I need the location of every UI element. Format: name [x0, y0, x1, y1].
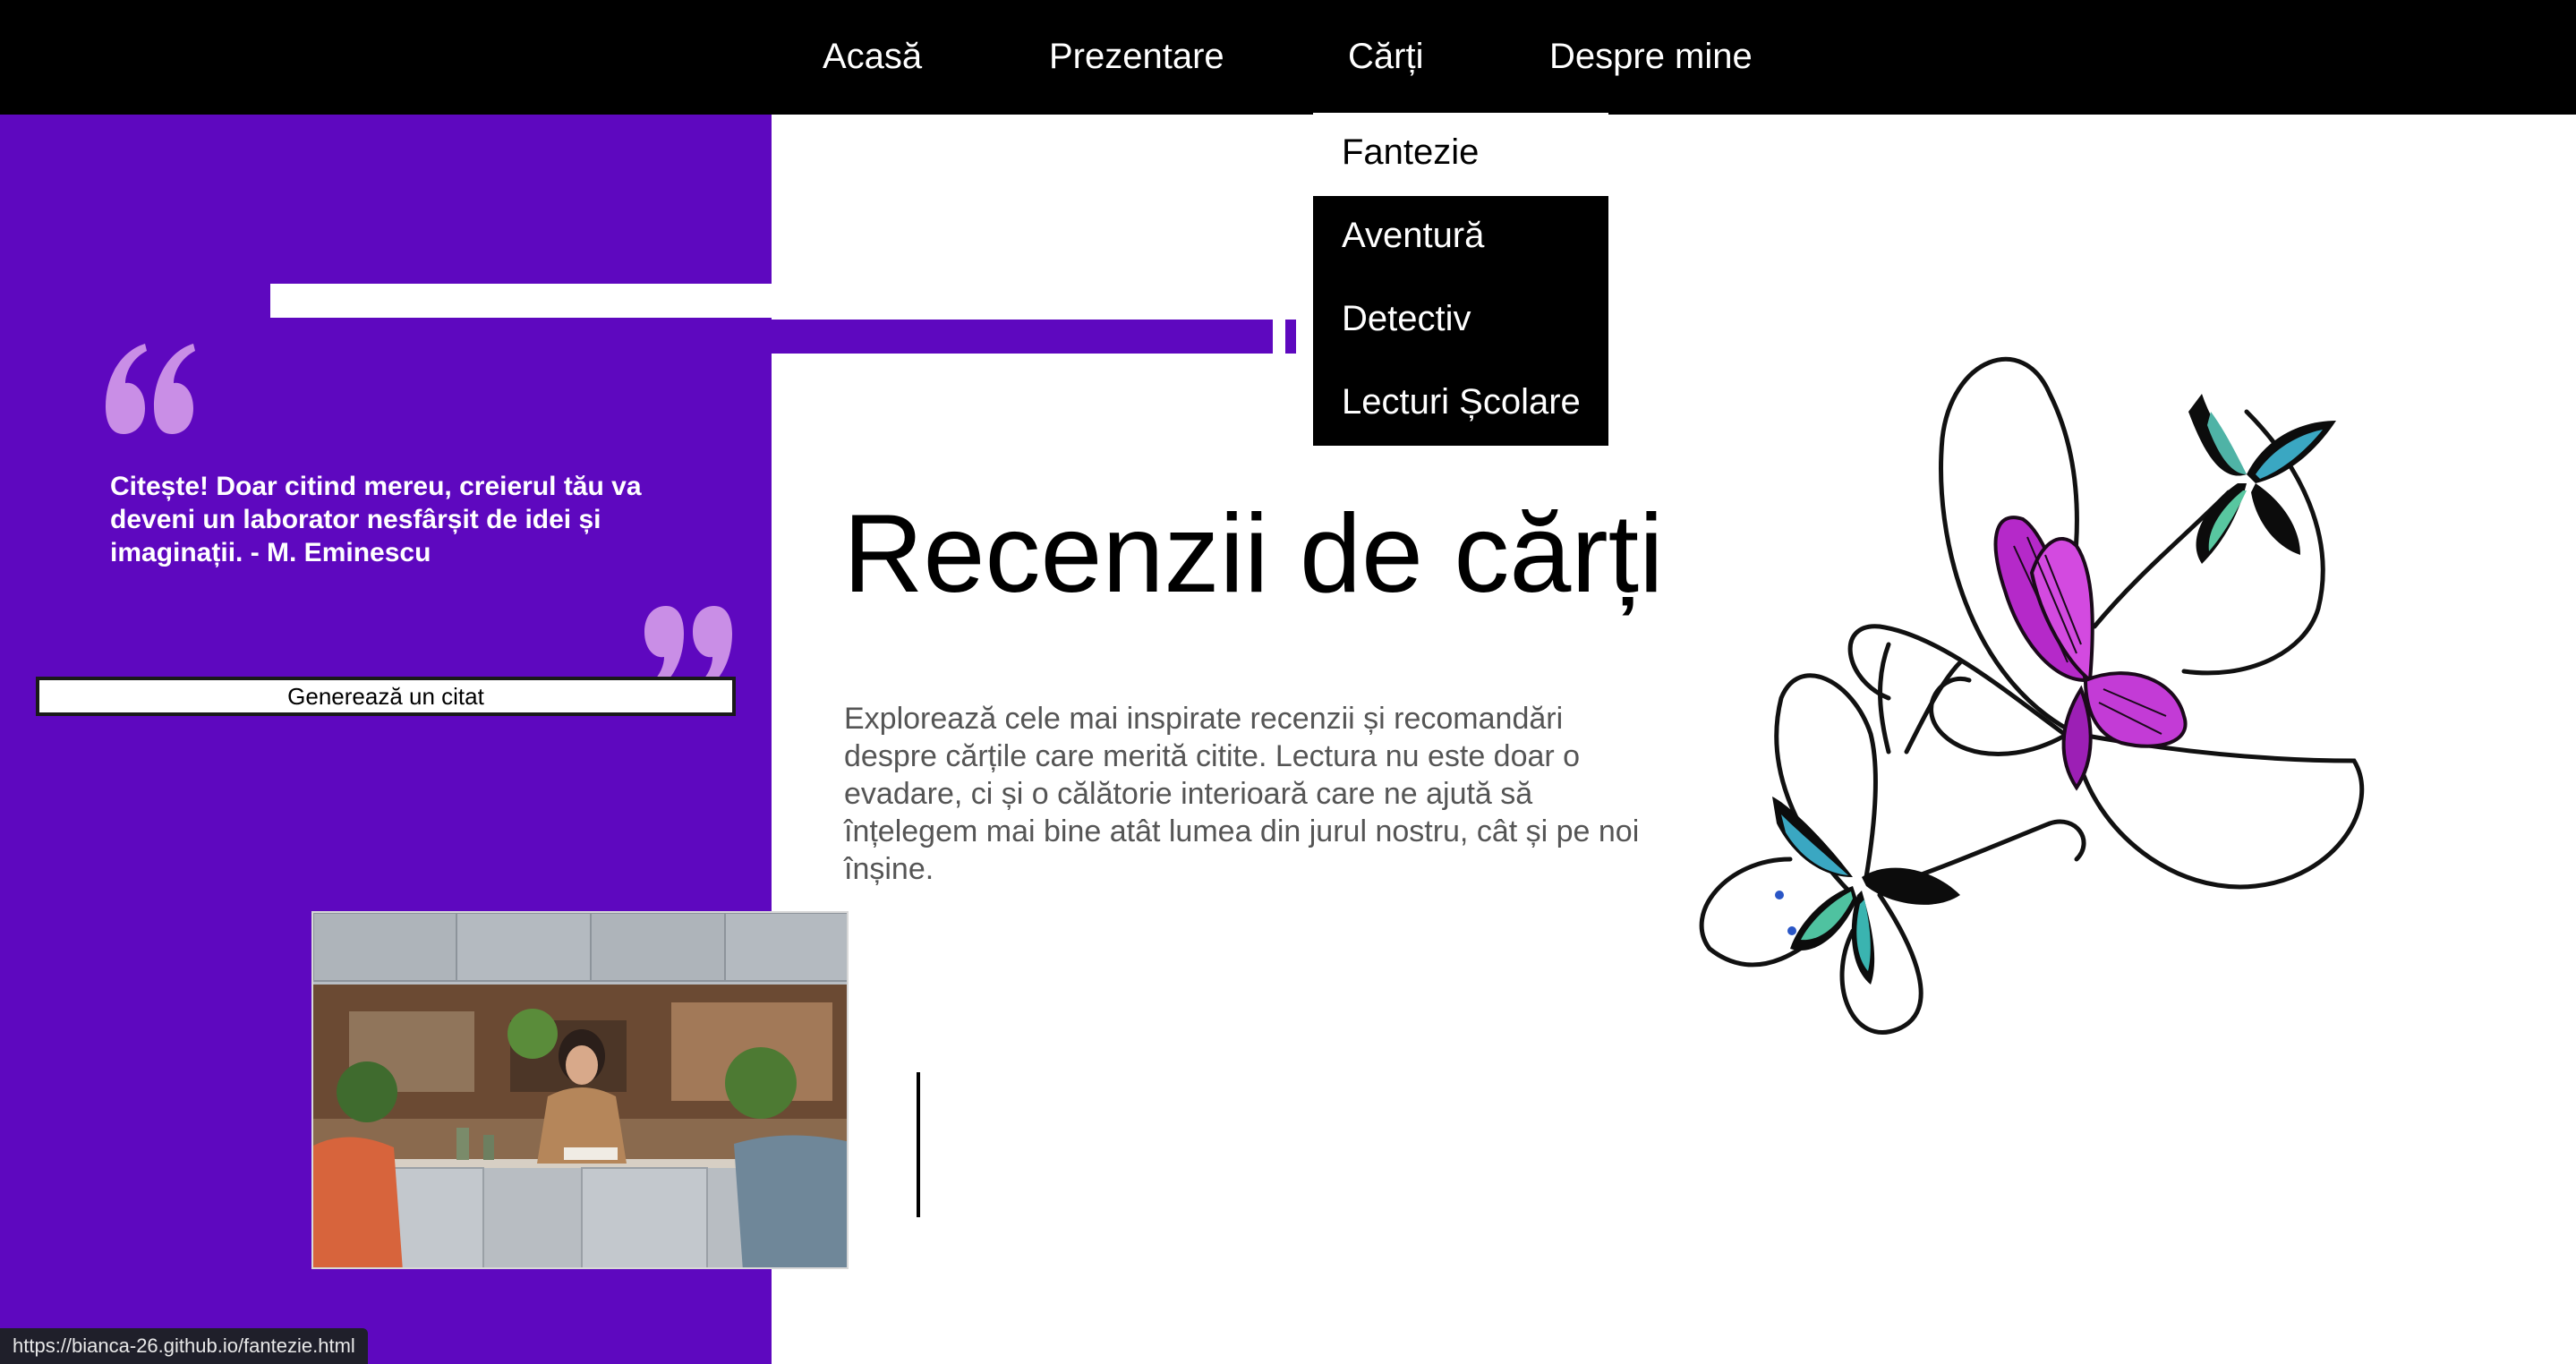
top-navbar: Acasă Prezentare Cărți Despre mine [0, 0, 2576, 115]
decorative-vertical-line [917, 1072, 920, 1217]
dropdown-item-school-readings[interactable]: Lecturi Școlare [1313, 362, 1608, 446]
page-description: Explorează cele mai inspirate recenzii ș… [844, 702, 1640, 886]
nav-link-books[interactable]: Cărți [1348, 0, 1423, 115]
books-dropdown-menu: Fantezie Aventură Detectiv Lecturi Școla… [1313, 113, 1608, 446]
page-title: Recenzii de cărți [843, 492, 1664, 616]
dropdown-item-detective[interactable]: Detectiv [1313, 279, 1608, 362]
reader-photo-illustration [313, 913, 847, 1267]
open-quote-icon [106, 344, 195, 434]
sidebar-quote-text: Citește! Doar citind mereu, creierul tău… [110, 472, 642, 567]
nav-link-home[interactable]: Acasă [823, 0, 922, 115]
nav-link-about[interactable]: Despre mine [1549, 0, 1753, 115]
butterflies-illustration [1699, 356, 2365, 1035]
small-butterfly-top [2188, 394, 2336, 564]
page: Acasă Prezentare Cărți Despre mine Fante… [0, 0, 2576, 1364]
dropdown-item-adventure[interactable]: Aventură [1313, 196, 1608, 279]
decorative-purple-strip [772, 320, 1273, 354]
browser-status-url: https://bianca-26.github.io/fantezie.htm… [0, 1328, 368, 1364]
small-butterfly-bottom [1772, 797, 1960, 985]
reader-photo [311, 911, 849, 1269]
decorative-purple-tick [1285, 320, 1296, 354]
nav-link-presentation[interactable]: Prezentare [1049, 0, 1224, 115]
dropdown-item-fantasy[interactable]: Fantezie [1313, 113, 1608, 196]
decorative-white-strip [270, 284, 772, 318]
generate-quote-button[interactable]: Generează un citat [36, 677, 736, 716]
